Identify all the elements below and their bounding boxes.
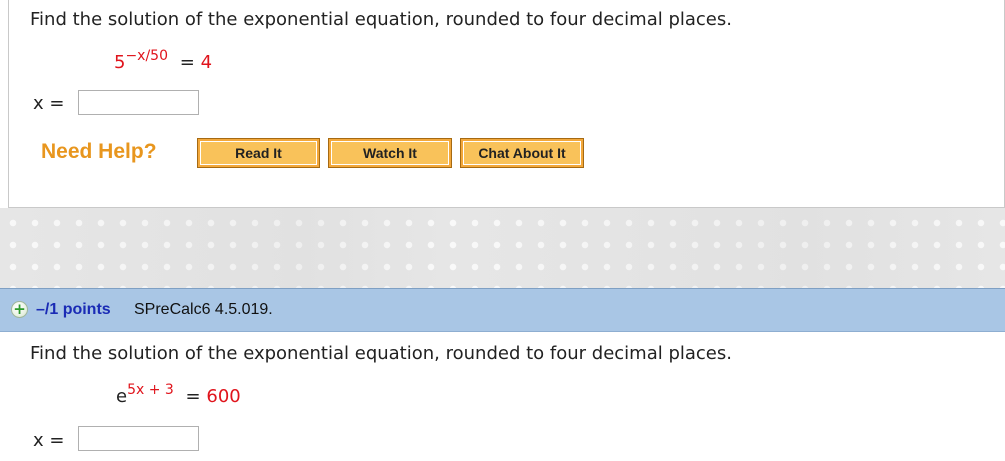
points-label: –/1 points [36, 301, 111, 318]
equation-equals: = [179, 52, 195, 73]
read-it-button[interactable]: Read It [197, 138, 320, 168]
question-2-header: + –/1 points SPreCalc6 4.5.019. [0, 288, 1005, 332]
watch-it-label: Watch It [331, 141, 449, 165]
question-1-equation: 5−x/50 = 4 [114, 48, 213, 73]
equation-rhs: 4 [200, 52, 213, 73]
plus-icon[interactable]: + [11, 301, 28, 318]
equation-base: 5 [114, 52, 126, 73]
card-left-border [8, 0, 9, 208]
equation-base: e [116, 386, 128, 407]
equation-rhs: 600 [206, 386, 241, 407]
question-1-prompt: Find the solution of the exponential equ… [30, 9, 732, 30]
equation-exponent: −x/50 [125, 48, 168, 64]
question-2-equation: e5x + 3 = 600 [116, 382, 241, 407]
answer-input-2[interactable] [78, 426, 199, 451]
chat-about-it-label: Chat About It [463, 141, 581, 165]
question-id: SPreCalc6 4.5.019. [134, 301, 273, 318]
equation-exponent: 5x + 3 [127, 382, 174, 398]
chat-about-it-button[interactable]: Chat About It [460, 138, 584, 168]
question-2-prompt: Find the solution of the exponential equ… [30, 343, 732, 364]
need-help-label: Need Help? [41, 140, 157, 163]
answer-label: x = [33, 93, 65, 114]
watch-it-button[interactable]: Watch It [328, 138, 452, 168]
decorative-band-overlay [0, 208, 1005, 288]
read-it-label: Read It [200, 141, 317, 165]
answer-label: x = [33, 430, 65, 451]
answer-input-1[interactable] [78, 90, 199, 115]
equation-equals: = [185, 386, 201, 407]
